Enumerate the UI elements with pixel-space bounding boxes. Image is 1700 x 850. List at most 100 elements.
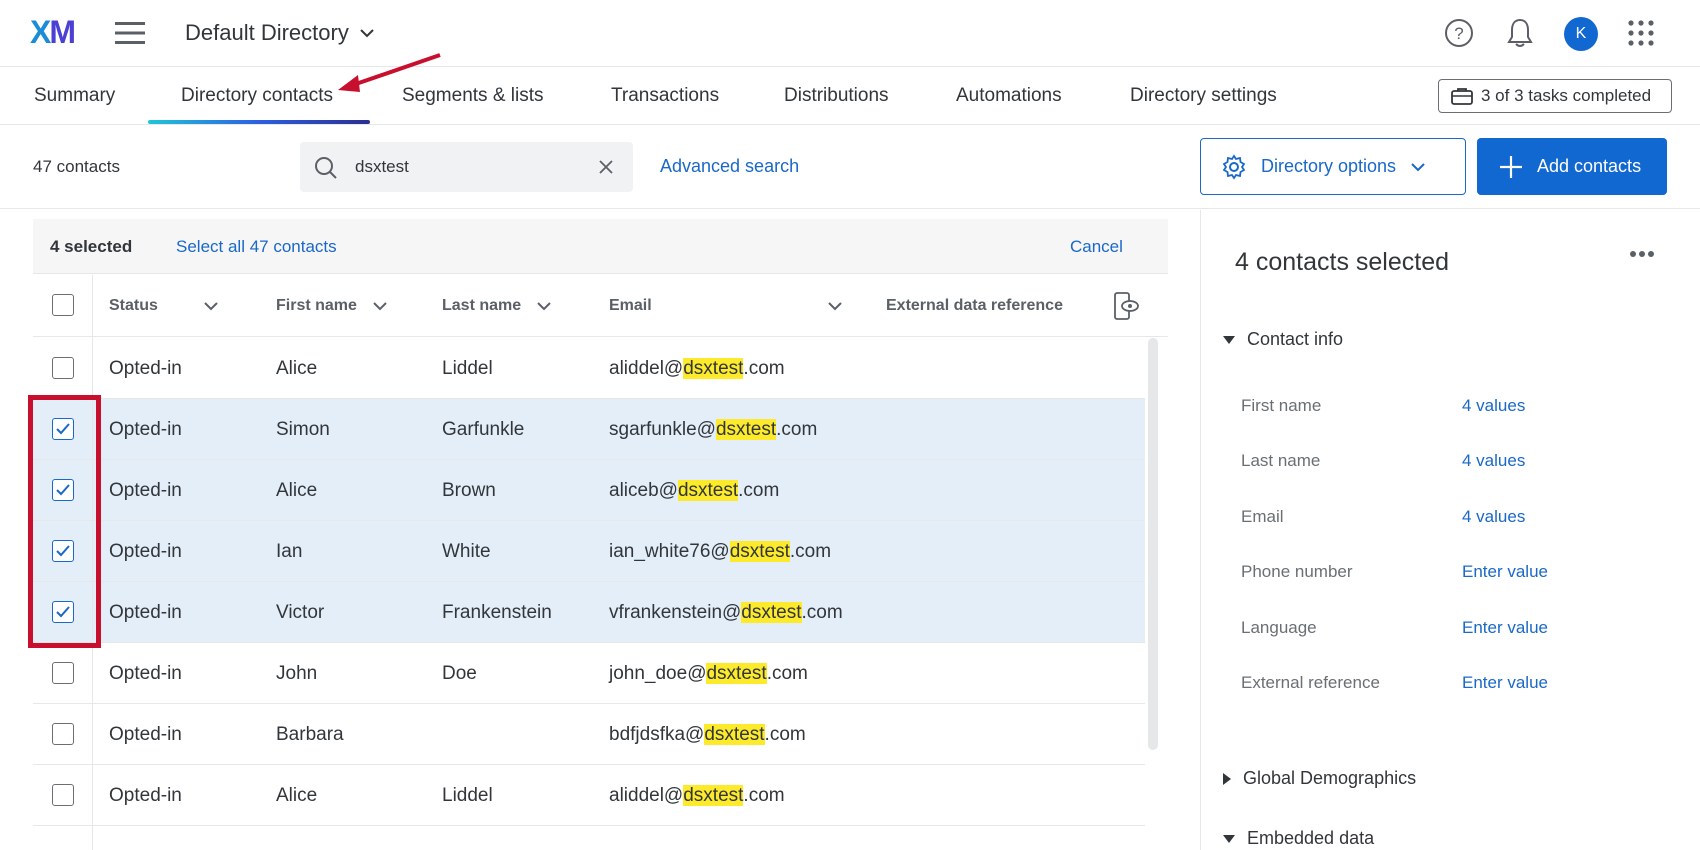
- first-name-cell: Alice: [276, 785, 318, 806]
- column-header-last-name[interactable]: Last name: [442, 297, 551, 315]
- table-row[interactable]: Opted-in Alice Liddel aliddel@dsxtest.co…: [33, 338, 1145, 399]
- column-header-email[interactable]: Email: [609, 297, 842, 315]
- email-cell: vfrankenstein@dsxtest.com: [609, 602, 843, 624]
- row-checkbox[interactable]: [52, 784, 74, 806]
- language-enter-value[interactable]: Enter value: [1462, 618, 1548, 638]
- logo-m: M: [49, 14, 76, 50]
- last-name-cell: Garfunkle: [442, 419, 525, 440]
- email-part: .com: [764, 724, 806, 745]
- last-name-cell: White: [442, 541, 491, 562]
- status-cell: Opted-in: [109, 663, 182, 684]
- email-cell: sgarfunkle@dsxtest.com: [609, 419, 817, 441]
- tab-directory-contacts[interactable]: Directory contacts: [181, 67, 333, 125]
- annotation-highlight-box: [28, 395, 101, 648]
- section-label: Embedded data: [1247, 828, 1375, 848]
- advanced-search-link[interactable]: Advanced search: [660, 156, 799, 177]
- first-name-cell: Simon: [276, 419, 330, 440]
- table-header: Status First name Last name Email Extern…: [33, 275, 1168, 337]
- select-all-link[interactable]: Select all 47 contacts: [176, 237, 337, 257]
- directory-options-label: Directory options: [1261, 156, 1397, 176]
- table-row[interactable]: Opted-in Simon Garfunkle sgarfunkle@dsxt…: [33, 399, 1145, 460]
- email-part: .com: [776, 419, 818, 440]
- xm-logo[interactable]: XM: [30, 14, 76, 51]
- tasks-label: 3 of 3 tasks completed: [1481, 86, 1652, 105]
- directory-options-button[interactable]: Directory options: [1200, 138, 1466, 195]
- tab-summary[interactable]: Summary: [34, 67, 115, 125]
- table-row[interactable]: Opted-in Alice Brown aliceb@dsxtest.com: [33, 460, 1145, 521]
- tab-directory-settings[interactable]: Directory settings: [1130, 67, 1277, 125]
- annotation-arrow-icon: [338, 53, 441, 92]
- avatar[interactable]: K: [1564, 17, 1598, 51]
- caret-down-icon: [1223, 335, 1235, 344]
- table-row[interactable]: Opted-in Barbara bdfjdsfka@dsxtest.com: [33, 704, 1145, 765]
- top-bar: XM Default Directory ? K: [0, 0, 1700, 67]
- email-cell: aliceb@dsxtest.com: [609, 480, 779, 502]
- first-name-cell: Barbara: [276, 724, 344, 745]
- first-name-values-link[interactable]: 4 values: [1462, 396, 1525, 416]
- tab-bar: Summary Directory contacts Segments & li…: [0, 67, 1700, 125]
- table-row[interactable]: Opted-in Ian White ian_white76@dsxtest.c…: [33, 521, 1145, 582]
- email-part: aliddel@: [609, 785, 684, 806]
- contact-count: 47 contacts: [33, 157, 120, 176]
- first-name-cell: Victor: [276, 602, 325, 623]
- clear-search-icon[interactable]: [599, 160, 613, 174]
- row-checkbox[interactable]: [52, 662, 74, 684]
- select-all-checkbox[interactable]: [52, 294, 74, 316]
- tab-transactions[interactable]: Transactions: [611, 67, 719, 125]
- email-part: aliddel@: [609, 358, 684, 379]
- contact-info-section-toggle[interactable]: Contact info: [1223, 329, 1343, 350]
- search-highlight: dsxtest: [683, 785, 744, 806]
- header-label: First name: [276, 297, 357, 314]
- table-row[interactable]: Opted-in Alice Liddel aliddel@dsxtest.co…: [33, 765, 1145, 826]
- column-header-external-data-reference[interactable]: External data reference: [886, 297, 1072, 315]
- more-options-icon[interactable]: [1629, 250, 1655, 258]
- hamburger-menu-icon[interactable]: [115, 20, 145, 46]
- column-visibility-icon[interactable]: [1113, 291, 1139, 321]
- search-highlight: dsxtest: [683, 358, 744, 379]
- phone-number-enter-value[interactable]: Enter value: [1462, 562, 1548, 582]
- tasks-completed-button[interactable]: 3 of 3 tasks completed: [1438, 79, 1672, 113]
- last-name-values-link[interactable]: 4 values: [1462, 451, 1525, 471]
- search-input[interactable]: [355, 154, 575, 180]
- header-label: External data reference: [886, 297, 1063, 314]
- chevron-down-icon: [373, 301, 387, 310]
- last-name-cell: Liddel: [442, 358, 493, 379]
- header-label: Last name: [442, 297, 522, 314]
- email-part: sgarfunkle@: [609, 419, 716, 440]
- external-reference-enter-value[interactable]: Enter value: [1462, 673, 1548, 693]
- embedded-data-section-toggle[interactable]: Embedded data: [1223, 828, 1374, 849]
- tab-distributions[interactable]: Distributions: [784, 67, 889, 125]
- email-part: .com: [743, 358, 785, 379]
- cancel-selection-link[interactable]: Cancel: [1070, 237, 1123, 257]
- tab-automations[interactable]: Automations: [956, 67, 1062, 125]
- status-cell: Opted-in: [109, 541, 182, 562]
- email-part: john_doe@: [609, 663, 707, 684]
- directory-title: Default Directory: [185, 20, 349, 45]
- app-grid-icon[interactable]: [1628, 20, 1654, 46]
- caret-right-icon: [1223, 772, 1231, 785]
- section-label: Global Demographics: [1243, 768, 1417, 788]
- chevron-down-icon: [537, 301, 551, 310]
- table-row[interactable]: Opted-in Victor Frankenstein vfrankenste…: [33, 582, 1145, 643]
- panel-title: 4 contacts selected: [1235, 248, 1450, 276]
- caret-down-icon: [1223, 834, 1235, 843]
- add-contacts-button[interactable]: Add contacts: [1477, 138, 1667, 195]
- help-icon[interactable]: ?: [1444, 18, 1474, 48]
- table-scrollbar[interactable]: [1148, 338, 1158, 750]
- table-row[interactable]: Opted-in John Doe john_doe@dsxtest.com: [33, 643, 1145, 704]
- first-name-cell: Alice: [276, 480, 318, 501]
- chevron-down-icon: [360, 29, 374, 38]
- directory-selector[interactable]: Default Directory: [185, 20, 375, 46]
- row-checkbox[interactable]: [52, 357, 74, 379]
- global-demographics-section-toggle[interactable]: Global Demographics: [1223, 768, 1416, 789]
- column-header-status[interactable]: Status: [109, 297, 218, 315]
- email-part: bdfjdsfka@: [609, 724, 705, 745]
- field-label: Language: [1241, 618, 1317, 637]
- column-header-first-name[interactable]: First name: [276, 297, 387, 315]
- bell-icon[interactable]: [1506, 17, 1534, 49]
- email-values-link[interactable]: 4 values: [1462, 507, 1525, 527]
- field-label: Email: [1241, 507, 1284, 526]
- svg-text:?: ?: [1454, 24, 1463, 43]
- status-cell: Opted-in: [109, 419, 182, 440]
- row-checkbox[interactable]: [52, 723, 74, 745]
